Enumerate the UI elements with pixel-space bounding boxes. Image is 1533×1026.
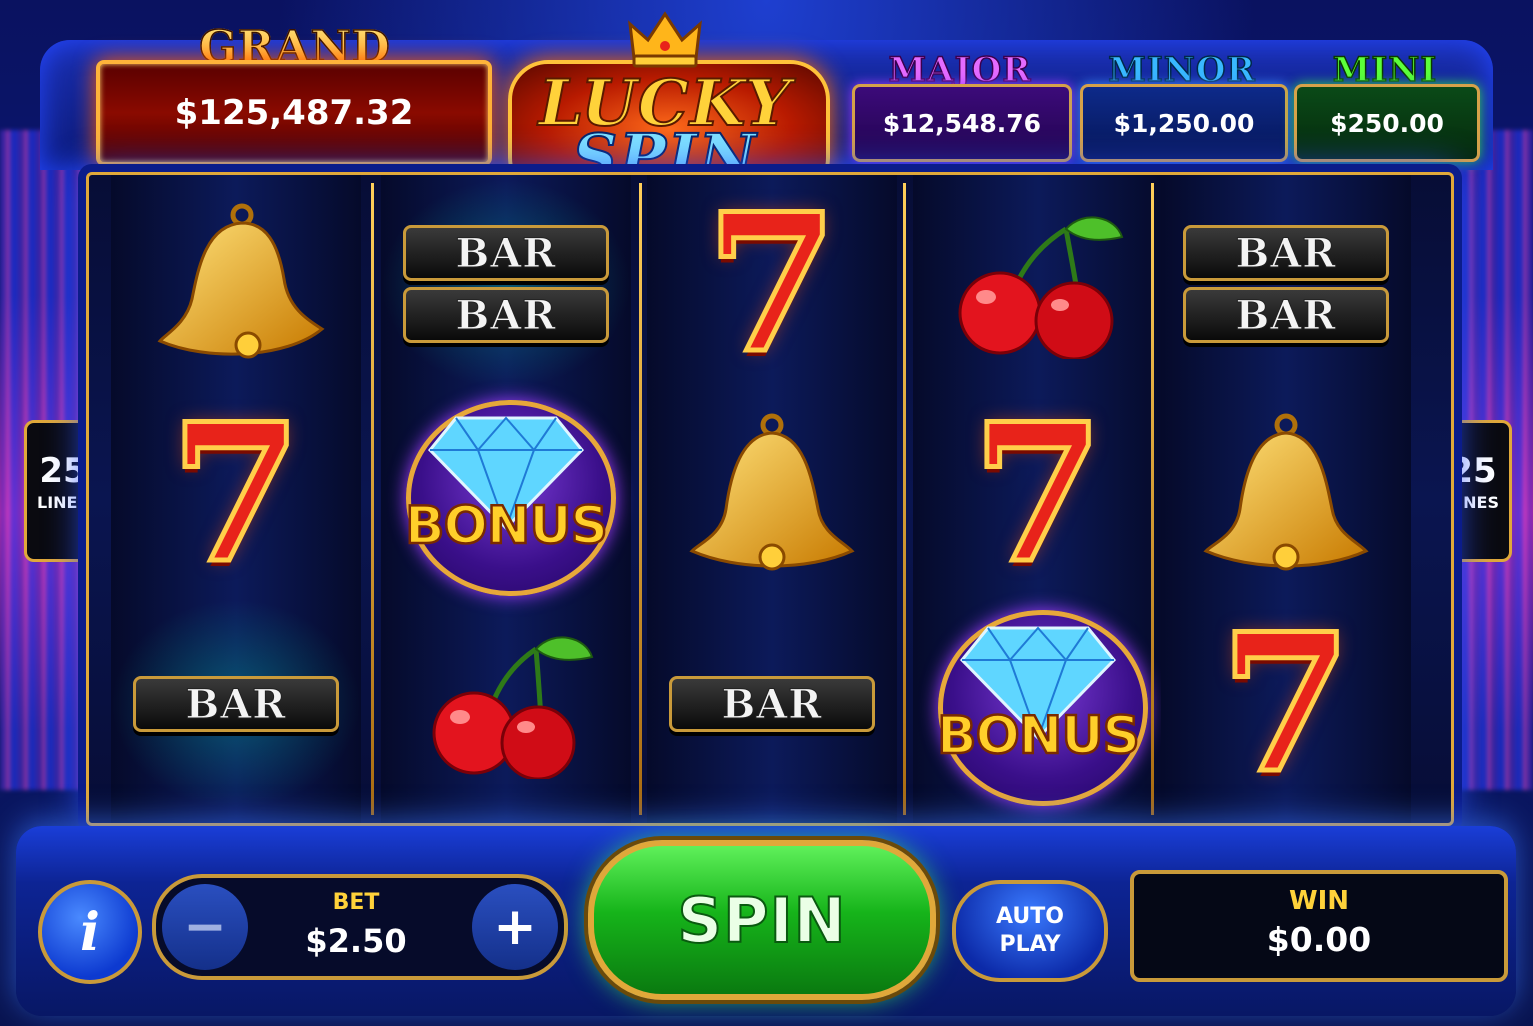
reel-cell — [1161, 389, 1411, 599]
reel-cell: BAR — [647, 599, 897, 809]
reel-window: 7 BAR BAR BAR BONUS 7 BAR 7 BONUS BAR BA… — [86, 172, 1454, 826]
reel-cell: 7 — [111, 389, 361, 599]
mini-jackpot-amount: $250.00 — [1294, 84, 1480, 162]
reel-3: 7 BAR — [647, 175, 897, 823]
reel-divider — [371, 183, 374, 815]
reel-4: 7 BONUS — [913, 175, 1163, 823]
double-bar-symbol: BAR BAR — [403, 225, 609, 343]
reel-cell: BONUS — [381, 389, 631, 599]
double-bar-symbol: BAR BAR — [1183, 225, 1389, 343]
reel-cell — [381, 599, 631, 809]
minor-jackpot-amount: $1,250.00 — [1080, 84, 1288, 162]
bet-value: $2.50 — [305, 922, 407, 960]
info-button[interactable]: i — [38, 880, 142, 984]
seven-symbol: 7 — [969, 382, 1106, 605]
bonus-label: BONUS — [936, 705, 1142, 768]
cherry-icon — [432, 636, 594, 779]
auto-play-button[interactable]: AUTO PLAY — [952, 880, 1108, 982]
reel-cell: BONUS — [913, 599, 1163, 809]
auto-play-label-line1: AUTO — [996, 904, 1064, 929]
bet-label: BET — [332, 890, 380, 915]
win-panel: WIN $0.00 — [1130, 870, 1508, 982]
bet-decrease-button[interactable]: − — [162, 884, 248, 970]
reel-divider — [639, 183, 642, 815]
reel-cell: BAR BAR — [1161, 179, 1411, 389]
reel-cell — [111, 179, 361, 389]
reel-divider — [903, 183, 906, 815]
spin-label: SPIN — [676, 883, 847, 958]
major-jackpot-amount: $12,548.76 — [852, 84, 1072, 162]
reel-2: BAR BAR BONUS — [381, 175, 631, 823]
bar-symbol: BAR — [669, 676, 875, 732]
bar-symbol: BAR — [403, 225, 609, 281]
bar-symbol: BAR — [133, 676, 339, 732]
bet-panel: − BET $2.50 + — [152, 874, 568, 980]
bonus-symbol: BONUS — [930, 606, 1148, 806]
reel-cell — [913, 179, 1163, 389]
game-logo: LUCKY SPIN — [500, 10, 830, 198]
reel-5: BAR BAR 7 — [1161, 175, 1411, 823]
reel-cell: 7 — [647, 179, 897, 389]
win-value: $0.00 — [1266, 920, 1372, 959]
reel-cell — [647, 389, 897, 599]
bell-icon — [157, 203, 325, 359]
info-icon: i — [80, 901, 100, 963]
reel-cell: BAR — [111, 599, 361, 809]
bar-symbol: BAR — [1183, 225, 1389, 281]
bonus-symbol: BONUS — [398, 396, 616, 596]
reel-cell: BAR BAR — [381, 179, 631, 389]
crown-icon — [628, 11, 702, 68]
seven-symbol: 7 — [167, 382, 304, 605]
reel-cell: 7 — [913, 389, 1163, 599]
reel-cell: 7 — [1161, 599, 1411, 809]
win-label: WIN — [1288, 886, 1350, 916]
bonus-label: BONUS — [404, 495, 610, 558]
bet-increase-button[interactable]: + — [472, 884, 558, 970]
reel-1: 7 BAR — [111, 175, 361, 823]
grand-jackpot-amount: $125,487.32 — [96, 60, 492, 166]
seven-symbol: 7 — [703, 172, 840, 395]
bell-icon — [689, 413, 855, 571]
seven-symbol: 7 — [1217, 592, 1354, 815]
auto-play-label-line2: PLAY — [999, 932, 1061, 957]
cherry-icon — [958, 216, 1124, 359]
reel-divider — [1151, 183, 1154, 815]
bar-symbol: BAR — [1183, 287, 1389, 343]
spin-button[interactable]: SPIN — [588, 840, 936, 1000]
bar-symbol: BAR — [403, 287, 609, 343]
bell-icon — [1203, 413, 1369, 571]
